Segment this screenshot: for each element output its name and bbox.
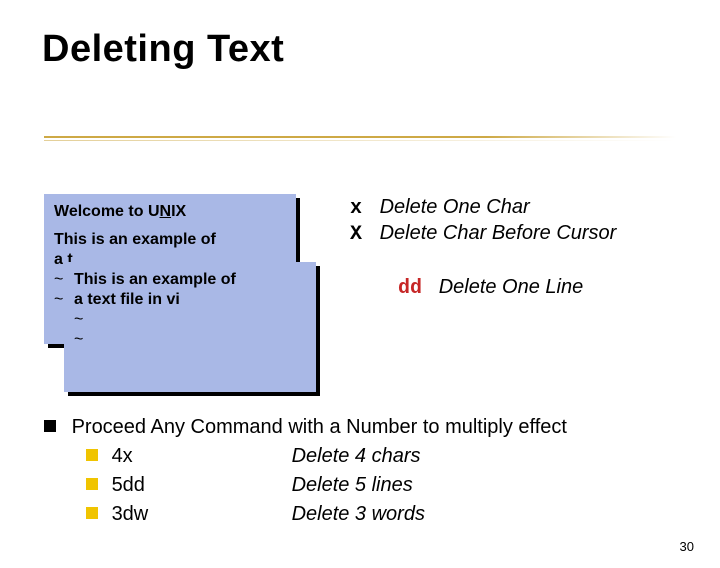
page-title: Deleting Text: [42, 28, 720, 71]
example-cmd: 4x: [112, 445, 292, 468]
example-item: 5ddDelete 5 lines: [86, 474, 567, 497]
example-meaning: Delete 4 chars: [292, 445, 421, 467]
command-key: x: [350, 197, 374, 220]
multiply-note-section: Proceed Any Command with a Number to mul…: [44, 416, 567, 526]
example-meaning: Delete 5 lines: [292, 474, 413, 496]
note-text: Proceed Any Command with a Number to mul…: [72, 416, 567, 438]
page-number: 30: [680, 539, 694, 554]
text: This is an example of: [54, 230, 286, 250]
command-key: dd: [398, 277, 422, 300]
vi-window-after: This is an example of a text file in vi …: [64, 262, 316, 392]
tilde-line: ~: [74, 330, 306, 350]
command-key: X: [350, 223, 374, 246]
command-list: x Delete One Char X Delete Char Before C…: [350, 196, 616, 248]
example-item: 4xDelete 4 chars: [86, 445, 567, 468]
command-desc: Delete One Line: [439, 276, 584, 298]
example-item: 3dwDelete 3 words: [86, 503, 567, 526]
command-item: x Delete One Char: [350, 196, 616, 220]
divider: [44, 136, 676, 138]
example-cmd: 3dw: [112, 503, 292, 526]
text: Welcome to U: [54, 203, 160, 220]
text: This is an example of: [74, 270, 306, 290]
text: a text file in vi: [74, 290, 306, 310]
command-desc: Delete One Char: [380, 196, 530, 218]
command-desc: Delete Char Before Cursor: [380, 222, 617, 244]
example-meaning: Delete 3 words: [292, 503, 425, 525]
example-cmd: 5dd: [112, 474, 292, 497]
bullet-note: Proceed Any Command with a Number to mul…: [44, 416, 567, 439]
command-item: X Delete Char Before Cursor: [350, 222, 616, 246]
command-item-dd: dd Delete One Line: [398, 276, 583, 300]
cursor-char: N: [160, 203, 172, 220]
tilde-line: ~: [74, 310, 306, 330]
text: IX: [171, 203, 186, 220]
